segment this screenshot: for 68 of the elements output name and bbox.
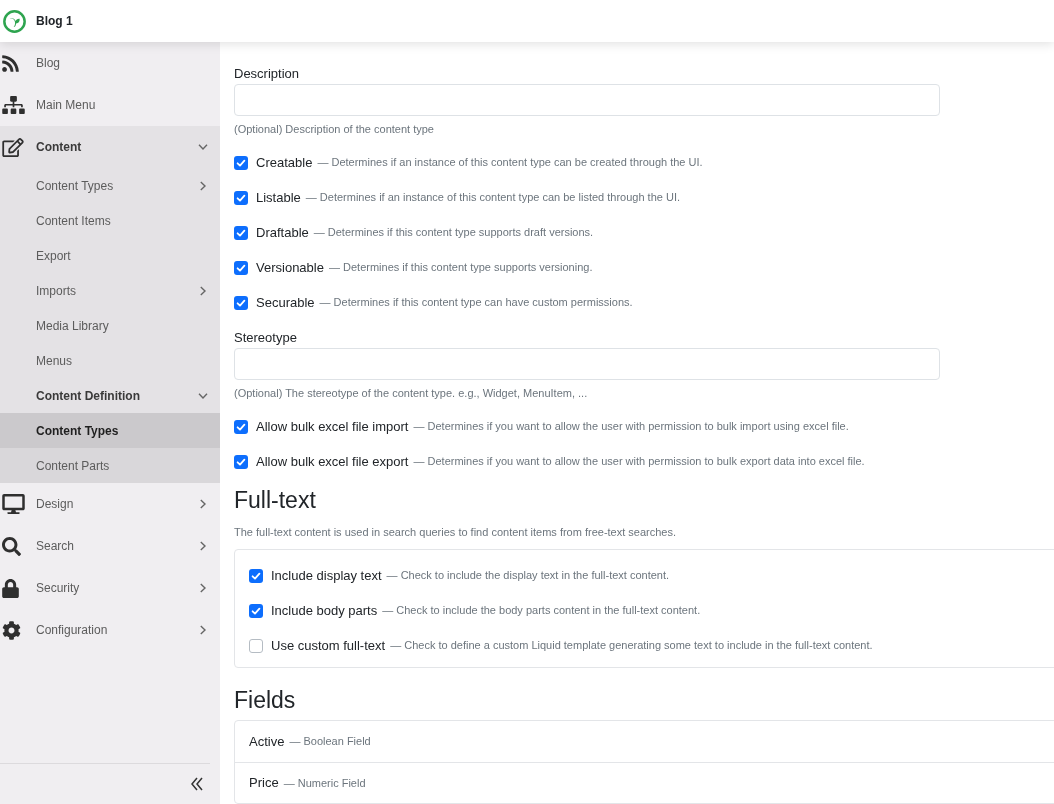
field-type: — Numeric Field (283, 775, 366, 791)
checkbox[interactable] (234, 225, 248, 240)
option-description: — Determines if an instance of this content type can be created through the UI. (317, 155, 703, 171)
leaf-logo-icon (3, 9, 26, 33)
sidebar-item[interactable]: Content Items (0, 203, 220, 238)
checkbox[interactable] (234, 155, 248, 170)
checkbox[interactable] (249, 603, 263, 618)
option-description: — Determines if this content type supports versioning. (328, 260, 593, 276)
sidebar-item[interactable]: Menus (0, 343, 220, 378)
option-description: — Check to include the display text in the full-text content. (386, 568, 670, 584)
section-heading: Fields (234, 686, 297, 715)
option-description: — Determines if an instance of this content type can be listed through the UI. (305, 190, 681, 206)
description-input[interactable] (234, 84, 940, 116)
option-label: Include display text (271, 566, 382, 585)
field-type: — Boolean Field (289, 734, 371, 750)
checkbox[interactable] (249, 638, 263, 653)
option-description: — Determines if this content type supports draft versions. (313, 225, 594, 241)
sidebar-item[interactable]: Export (0, 238, 220, 273)
option-label: Versionable (256, 258, 324, 277)
sidebar-item[interactable]: Security (0, 567, 220, 609)
field-hint: (Optional) Description of the content type (234, 122, 435, 137)
sidebar-item[interactable]: Content Types (0, 413, 220, 448)
option-label: Allow bulk excel file export (256, 452, 409, 471)
field-name: Active (249, 732, 285, 751)
stereotype-input[interactable] (234, 348, 940, 380)
option-description: — Determines if you want to allow the user with permission to bulk export data into excel file. (413, 454, 865, 470)
search-icon (2, 536, 21, 556)
hierarchy-icon (2, 96, 25, 114)
checkbox[interactable] (234, 454, 248, 469)
field-name: Price (249, 774, 279, 793)
option-label: Listable (256, 188, 301, 207)
sidebar-item[interactable]: Configuration (0, 609, 220, 651)
option-label: Creatable (256, 153, 313, 172)
option-description: — Check to include the body parts content in the full-text content. (382, 603, 701, 619)
sidebar-item[interactable]: Design (0, 483, 220, 525)
option-label: Securable (256, 293, 315, 312)
sidebar-item[interactable]: Media Library (0, 308, 220, 343)
sidebar-item[interactable]: Blog (0, 42, 220, 84)
sidebar-item[interactable]: Main Menu (0, 84, 220, 126)
checkbox[interactable] (234, 295, 248, 310)
settings-icon (2, 620, 21, 640)
option-description: — Check to define a custom Liquid template generating some text to include in the full-text content. (390, 638, 873, 654)
option-description: — Determines if you want to allow the user with permission to bulk import using excel file. (413, 419, 849, 435)
rss-feed-icon (2, 53, 19, 73)
lock-icon (2, 578, 19, 598)
sidebar-item[interactable]: Content Definition (0, 378, 220, 413)
sidebar-item[interactable]: Imports (0, 273, 220, 308)
checkbox[interactable] (234, 419, 248, 434)
section-heading: Full-text (234, 486, 317, 515)
field-label: Stereotype (234, 329, 298, 347)
sidebar-item[interactable]: Content Parts (0, 448, 220, 483)
sidebar-item[interactable]: Content (0, 126, 220, 168)
sidebar-item[interactable]: Search (0, 525, 220, 567)
option-label: Allow bulk excel file import (256, 417, 409, 436)
option-label: Use custom full-text (271, 636, 386, 655)
monitor-icon (2, 494, 25, 514)
field-hint: (Optional) The stereotype of the content type. e.g., Widget, MenuItem, ... (234, 386, 589, 401)
checkbox[interactable] (249, 568, 263, 583)
checkbox[interactable] (234, 260, 248, 275)
option-description: — Determines if this content type can have custom permissions. (319, 295, 633, 311)
double-chevron-left-icon (191, 777, 203, 791)
sidebar-item[interactable]: Content Types (0, 168, 220, 203)
option-label: Include body parts (271, 601, 378, 620)
section-description: The full-text content is used in search queries to find content items from free-text searches. (234, 525, 678, 540)
checkbox[interactable] (234, 190, 248, 205)
field-label: Description (234, 65, 301, 83)
option-label: Draftable (256, 223, 309, 242)
site-title: Blog 1 (36, 13, 73, 30)
